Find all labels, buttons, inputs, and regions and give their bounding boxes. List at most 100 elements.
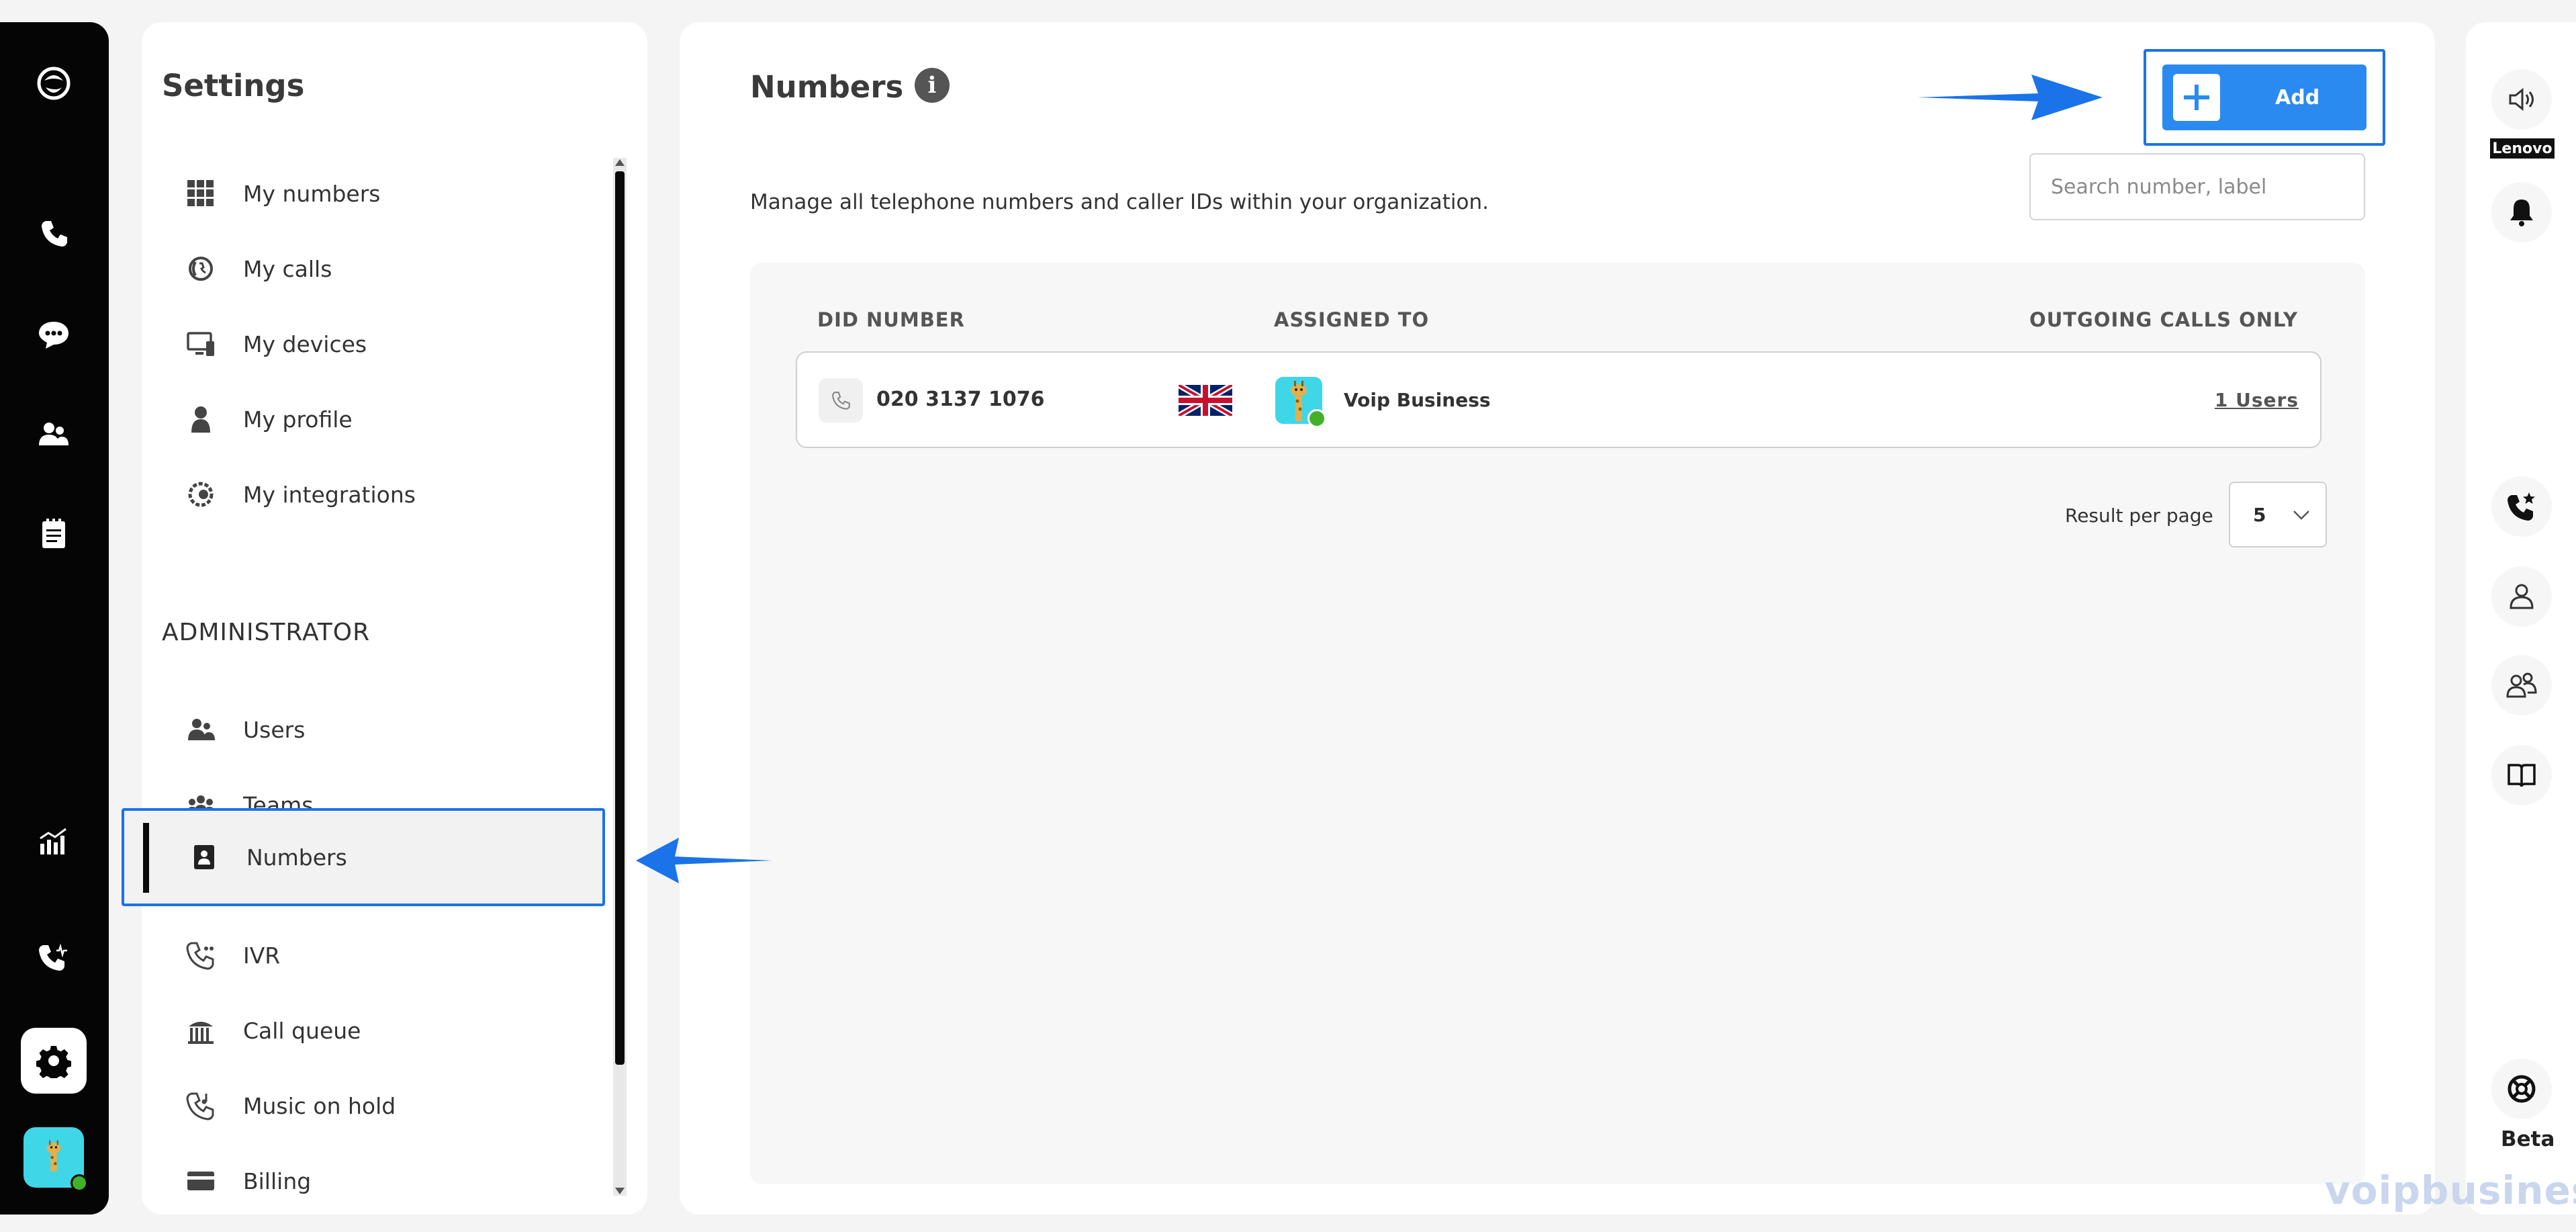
profile-icon [185,404,216,435]
assignee-avatar [1275,377,1326,428]
scroll-down-icon[interactable] [615,1188,625,1194]
speaker-icon [2509,87,2534,112]
rail-call-activity[interactable] [21,926,87,992]
menu-item-label: Call queue [243,1017,361,1044]
beta-label: Beta [2501,1127,2555,1151]
phone-number-icon [819,378,863,423]
brand-watermark: voipbusiness [2325,1168,2576,1213]
device-tag: Lenovo [2490,138,2555,159]
result-per-page-value: 5 [2253,503,2266,526]
calls-icon [185,253,216,284]
billing-icon [185,1165,216,1196]
phone-activity-icon [39,943,67,971]
column-header-assigned[interactable]: ASSIGNED TO [1274,308,1429,331]
menu-item-my-numbers[interactable]: My numbers [172,163,602,224]
speaker-button[interactable] [2491,69,2552,130]
call-queue-icon [185,1015,216,1046]
favorite-calls-button[interactable] [2491,476,2552,537]
menu-item-label: My calls [243,255,332,282]
giraffe-avatar-icon [46,1140,61,1172]
phone-icon [42,221,67,247]
rail-chat[interactable] [21,301,87,367]
chat-icon [39,322,68,349]
add-button-label: Add [2275,85,2320,109]
chevron-down-icon [2293,511,2310,520]
menu-item-label: IVR [243,942,281,969]
settings-title: Settings [162,68,305,103]
integrations-icon [185,479,216,510]
book-icon [2508,764,2536,787]
notifications-button[interactable] [2491,182,2552,243]
scrollbar-thumb[interactable] [615,171,625,1065]
right-rail: Lenovo Beta [2466,22,2576,1215]
admin-section-heading: ADMINISTRATOR [162,619,371,646]
rail-analytics[interactable] [21,808,87,874]
numbers-icon [189,842,220,873]
menu-item-call-queue[interactable]: Call queue [172,1000,602,1061]
page-title: Numbers [750,69,904,105]
did-number: 020 3137 1076 [876,388,1045,411]
group-button[interactable] [2491,655,2552,715]
scroll-up-icon[interactable] [615,159,625,166]
rail-contacts[interactable] [21,402,87,468]
logo-icon [37,67,71,100]
table-row[interactable]: 020 3137 1076 Voip Business 1 Users [796,351,2321,448]
menu-item-label: Billing [243,1168,312,1194]
phone-star-icon [2508,492,2535,521]
assigned-to: Voip Business [1344,389,1491,411]
rail-settings[interactable] [21,1028,87,1094]
menu-item-label: My profile [243,406,353,433]
menu-item-label: My numbers [243,180,381,207]
uk-flag-icon [1179,385,1232,416]
numbers-table: DID NUMBER ASSIGNED TO OUTGOING CALLS ON… [750,263,2365,1184]
rail-notes[interactable] [21,500,87,566]
online-status-icon [1307,409,1326,428]
help-button[interactable] [2491,1059,2552,1119]
menu-item-billing[interactable]: Billing [172,1151,602,1211]
app-logo[interactable] [21,50,87,116]
grid-icon [185,178,216,209]
users-icon [185,714,216,745]
menu-item-label: Numbers [246,844,347,871]
numbers-page: Numbers i Manage all telephone numbers a… [680,22,2435,1215]
ivr-icon [185,940,216,971]
menu-item-numbers[interactable]: Numbers [122,808,605,906]
user-avatar[interactable] [24,1127,88,1192]
menu-item-label: My integrations [243,481,416,508]
gear-icon [36,1046,71,1078]
menu-item-my-devices[interactable]: My devices [172,314,602,374]
page-subtitle: Manage all telephone numbers and caller … [750,190,1489,214]
menu-item-my-calls[interactable]: My calls [172,238,602,299]
menu-item-music-on-hold[interactable]: Music on hold [172,1075,602,1136]
menu-item-users[interactable]: Users [172,699,602,760]
outgoing-users-link[interactable]: 1 Users [2215,389,2299,411]
contacts-icon [39,423,68,445]
devices-icon [185,328,216,359]
annotation-arrow-add [1917,75,2103,120]
result-per-page-select[interactable]: 5 [2229,482,2327,547]
notepad-icon [42,519,65,548]
info-icon[interactable]: i [915,68,950,103]
column-header-outgoing[interactable]: OUTGOING CALLS ONLY [2029,308,2298,331]
annotation-arrow-numbers [636,838,772,883]
analytics-icon [40,828,66,854]
rail-calls[interactable] [21,200,87,266]
app-rail [0,22,109,1215]
plus-icon [2173,74,2220,121]
menu-item-label: Music on hold [243,1092,396,1119]
menu-item-my-profile[interactable]: My profile [172,389,602,449]
online-status-icon [71,1174,88,1192]
add-number-button[interactable]: Add [2162,64,2366,130]
menu-item-my-integrations[interactable]: My integrations [172,464,602,525]
menu-item-label: Users [243,716,306,743]
music-on-hold-icon [185,1090,216,1121]
search-input[interactable] [2029,153,2365,220]
directory-button[interactable] [2491,745,2552,805]
settings-panel: Settings My numbers My calls My devices … [122,22,647,1215]
column-header-did[interactable]: DID NUMBER [817,308,965,331]
settings-scrollbar[interactable] [613,158,627,1196]
person-icon [2510,584,2534,609]
menu-item-ivr[interactable]: IVR [172,925,602,985]
contact-button[interactable] [2491,566,2552,627]
result-per-page-label: Result per page [2065,504,2213,527]
